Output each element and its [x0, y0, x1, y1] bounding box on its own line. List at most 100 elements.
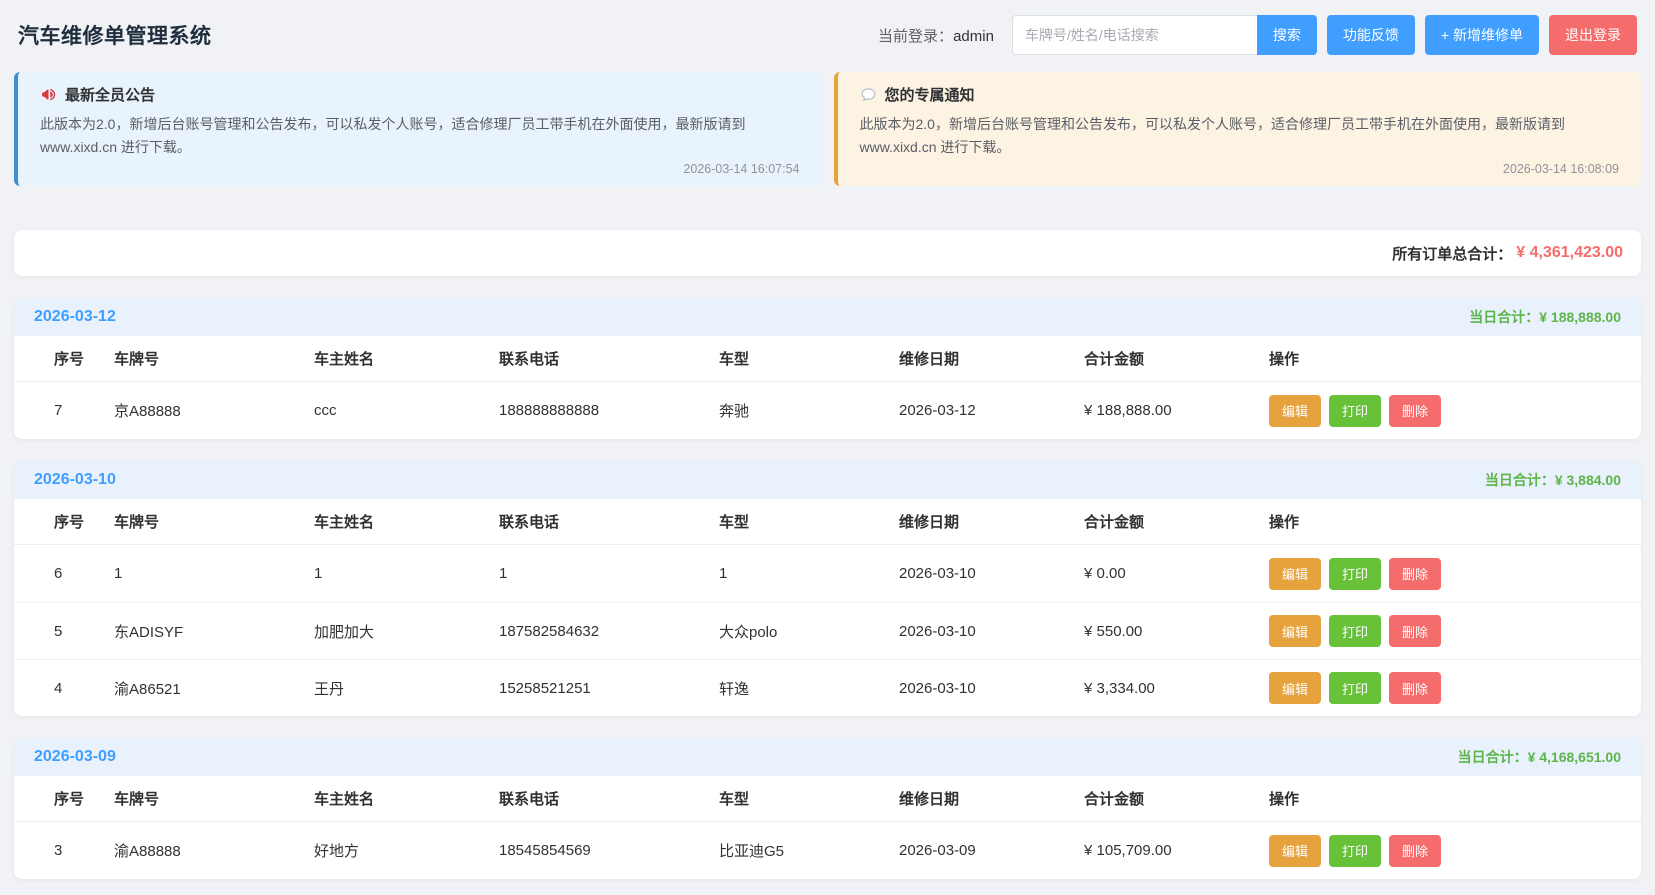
- table-header-row: 序号车牌号车主姓名联系电话车型维修日期合计金额操作: [14, 499, 1641, 545]
- cell-amount: ¥ 3,334.00: [1084, 680, 1269, 697]
- table-body: 7 京A88888 ccc 188888888888 奔驰 2026-03-12…: [14, 382, 1641, 439]
- column-header: 联系电话: [499, 511, 719, 532]
- cell-owner-name: 加肥加大: [314, 621, 499, 642]
- column-header: 维修日期: [899, 788, 1084, 809]
- add-order-button[interactable]: + 新增维修单: [1425, 15, 1539, 55]
- daily-total-label: 当日合计：: [1469, 309, 1539, 325]
- print-button[interactable]: 打印: [1329, 395, 1381, 427]
- daily-total: 当日合计：¥ 188,888.00: [1469, 307, 1621, 327]
- edit-button[interactable]: 编辑: [1269, 672, 1321, 704]
- current-login-label: 当前登录：: [878, 28, 953, 45]
- delete-button[interactable]: 删除: [1389, 835, 1441, 867]
- column-header: 车牌号: [114, 511, 314, 532]
- cell-order-no: 5: [54, 623, 114, 640]
- announcement-body: 此版本为2.0，新增后台账号管理和公告发布，可以私发个人账号，适合修理厂员工带手…: [40, 113, 800, 158]
- row-actions: 编辑 打印 删除: [1269, 672, 1617, 704]
- edit-button[interactable]: 编辑: [1269, 615, 1321, 647]
- orders-table: 序号车牌号车主姓名联系电话车型维修日期合计金额操作 7 京A88888 ccc …: [14, 336, 1641, 439]
- group-date: 2026-03-12: [34, 308, 116, 326]
- print-button[interactable]: 打印: [1329, 835, 1381, 867]
- search-input[interactable]: [1012, 15, 1257, 55]
- table-body: 6 1 1 1 1 2026-03-10 ¥ 0.00 编辑 打印 删除 5 东…: [14, 545, 1641, 716]
- daily-total-label: 当日合计：: [1458, 749, 1528, 765]
- cell-amount: ¥ 550.00: [1084, 623, 1269, 640]
- print-button[interactable]: 打印: [1329, 672, 1381, 704]
- group-date: 2026-03-09: [34, 748, 116, 766]
- top-bar-controls: 当前登录：admin 搜索 功能反馈 + 新增维修单 退出登录: [878, 15, 1637, 55]
- table-header-row: 序号车牌号车主姓名联系电话车型维修日期合计金额操作: [14, 336, 1641, 382]
- row-actions: 编辑 打印 删除: [1269, 615, 1617, 647]
- cell-plate: 渝A86521: [114, 678, 314, 699]
- cell-phone: 188888888888: [499, 402, 719, 419]
- table-row: 4 渝A86521 王丹 15258521251 轩逸 2026-03-10 ¥…: [14, 659, 1641, 716]
- order-group: 2026-03-12 当日合计：¥ 188,888.00 序号车牌号车主姓名联系…: [14, 298, 1641, 439]
- delete-button[interactable]: 删除: [1389, 395, 1441, 427]
- cell-phone: 18545854569: [499, 842, 719, 859]
- cell-order-no: 6: [54, 565, 114, 582]
- column-header: 车型: [719, 348, 899, 369]
- column-header: 序号: [54, 788, 114, 809]
- cell-order-no: 7: [54, 402, 114, 419]
- logout-button[interactable]: 退出登录: [1549, 15, 1637, 55]
- column-header: 操作: [1269, 511, 1617, 532]
- column-header: 车牌号: [114, 788, 314, 809]
- print-button[interactable]: 打印: [1329, 615, 1381, 647]
- edit-button[interactable]: 编辑: [1269, 558, 1321, 590]
- column-header: 维修日期: [899, 511, 1084, 532]
- order-groups: 2026-03-12 当日合计：¥ 188,888.00 序号车牌号车主姓名联系…: [14, 298, 1641, 879]
- print-button[interactable]: 打印: [1329, 558, 1381, 590]
- delete-button[interactable]: 删除: [1389, 558, 1441, 590]
- grand-total-label: 所有订单总合计：: [1392, 243, 1512, 264]
- current-user: admin: [953, 28, 994, 45]
- announcement-card: 最新全员公告 此版本为2.0，新增后台账号管理和公告发布，可以私发个人账号，适合…: [14, 72, 822, 186]
- daily-total: 当日合计：¥ 3,884.00: [1485, 470, 1621, 490]
- cell-amount: ¥ 0.00: [1084, 565, 1269, 582]
- personal-notice-card: 您的专属通知 此版本为2.0，新增后台账号管理和公告发布，可以私发个人账号，适合…: [834, 72, 1642, 186]
- table-row: 3 渝A88888 好地方 18545854569 比亚迪G5 2026-03-…: [14, 822, 1641, 879]
- cell-amount: ¥ 188,888.00: [1084, 402, 1269, 419]
- group-header: 2026-03-12 当日合计：¥ 188,888.00: [14, 298, 1641, 336]
- edit-button[interactable]: 编辑: [1269, 395, 1321, 427]
- edit-button[interactable]: 编辑: [1269, 835, 1321, 867]
- personal-notice-body: 此版本为2.0，新增后台账号管理和公告发布，可以私发个人账号，适合修理厂员工带手…: [860, 113, 1620, 158]
- column-header: 合计金额: [1084, 788, 1269, 809]
- cell-repair-date: 2026-03-12: [899, 402, 1084, 419]
- column-header: 联系电话: [499, 348, 719, 369]
- cell-phone: 15258521251: [499, 680, 719, 697]
- cell-car-model: 比亚迪G5: [719, 840, 899, 861]
- table-body: 3 渝A88888 好地方 18545854569 比亚迪G5 2026-03-…: [14, 822, 1641, 879]
- column-header: 合计金额: [1084, 348, 1269, 369]
- column-header: 操作: [1269, 788, 1617, 809]
- daily-total-amount: ¥ 188,888.00: [1539, 309, 1621, 325]
- column-header: 操作: [1269, 348, 1617, 369]
- column-header: 联系电话: [499, 788, 719, 809]
- cell-repair-date: 2026-03-10: [899, 623, 1084, 640]
- cell-repair-date: 2026-03-10: [899, 565, 1084, 582]
- table-row: 7 京A88888 ccc 188888888888 奔驰 2026-03-12…: [14, 382, 1641, 439]
- daily-total-amount: ¥ 3,884.00: [1555, 472, 1621, 488]
- page-title: 汽车维修单管理系统: [18, 20, 212, 50]
- cell-owner-name: 王丹: [314, 678, 499, 699]
- orders-table: 序号车牌号车主姓名联系电话车型维修日期合计金额操作 6 1 1 1 1 2026…: [14, 499, 1641, 716]
- personal-notice-timestamp: 2026-03-14 16:08:09: [860, 162, 1620, 176]
- feedback-button[interactable]: 功能反馈: [1327, 15, 1415, 55]
- table-row: 6 1 1 1 1 2026-03-10 ¥ 0.00 编辑 打印 删除: [14, 545, 1641, 602]
- cell-order-no: 4: [54, 680, 114, 697]
- cell-car-model: 轩逸: [719, 678, 899, 699]
- search-button[interactable]: 搜索: [1257, 15, 1317, 55]
- cell-order-no: 3: [54, 842, 114, 859]
- group-header: 2026-03-09 当日合计：¥ 4,168,651.00: [14, 738, 1641, 776]
- grand-total-amount: ¥ 4,361,423.00: [1516, 244, 1623, 262]
- cell-plate: 1: [114, 565, 314, 582]
- announcement-timestamp: 2026-03-14 16:07:54: [40, 162, 800, 176]
- table-row: 5 东ADISYF 加肥加大 187582584632 大众polo 2026-…: [14, 602, 1641, 659]
- column-header: 车型: [719, 788, 899, 809]
- delete-button[interactable]: 删除: [1389, 672, 1441, 704]
- grand-total-card: 所有订单总合计： ¥ 4,361,423.00: [14, 230, 1641, 276]
- speech-bubble-icon: [860, 86, 877, 103]
- row-actions: 编辑 打印 删除: [1269, 835, 1617, 867]
- daily-total: 当日合计：¥ 4,168,651.00: [1458, 747, 1621, 767]
- delete-button[interactable]: 删除: [1389, 615, 1441, 647]
- cell-amount: ¥ 105,709.00: [1084, 842, 1269, 859]
- cell-owner-name: 好地方: [314, 840, 499, 861]
